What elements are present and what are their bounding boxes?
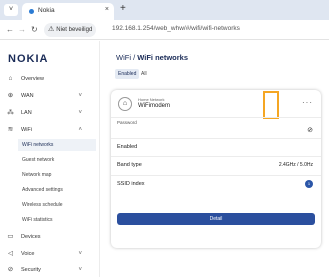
sidebar-subitem-wireless-schedule[interactable]: Wireless schedule <box>22 199 63 211</box>
sidebar-item-label: Voice <box>21 251 35 257</box>
divider <box>111 175 321 176</box>
tab-all[interactable]: All <box>141 69 147 79</box>
forward-arrow-icon[interactable]: → <box>18 24 26 36</box>
chevron-down-icon: ˅ <box>78 267 82 273</box>
reload-icon[interactable]: ↻ <box>31 24 38 36</box>
password-label: Password <box>117 120 137 125</box>
tab-menu-icon[interactable]: ˅ <box>4 4 18 16</box>
sidebar-item-label: Devices <box>21 234 41 240</box>
sidebar-item-devices[interactable]: ▭ Devices <box>6 230 96 244</box>
enabled-row: Enabled <box>111 140 321 154</box>
address-bar: ← → ↻ ⚠ Niet beveiligd 192.168.1.254/web_… <box>0 20 329 40</box>
tab-enabled[interactable]: Enabled <box>115 69 140 79</box>
divider <box>111 117 321 118</box>
page-title-current: WiFi networks <box>137 53 189 62</box>
sidebar-item-label: Overview <box>21 76 44 82</box>
tab-close-icon[interactable]: × <box>105 6 109 13</box>
sidebar-item-overview[interactable]: ⌂ Overview <box>6 72 96 86</box>
band-type-row: Band type 2.4GHz / 5.0Hz <box>111 158 321 172</box>
sidebar-subitem-guest-network[interactable]: Guest network <box>22 154 54 166</box>
security-indicator[interactable]: ⚠ Niet beveiligd <box>44 23 97 37</box>
url-field[interactable]: 192.168.1.254/web_whw/#/wifi/wifi-networ… <box>112 25 240 32</box>
globe-icon: ⊕ <box>7 92 14 99</box>
network-name: WiFimodem <box>138 103 171 109</box>
sidebar-item-label: Security <box>21 267 41 273</box>
sidebar-item-label: WAN <box>21 93 34 99</box>
shield-icon: ⊘ <box>7 266 14 273</box>
sidebar-item-voice[interactable]: ◁ Voice ˅ <box>6 247 96 261</box>
main-content: WiFi / WiFi networks Enabled All ⌂ Home … <box>101 41 329 277</box>
network-type-label: Home Network <box>138 97 165 102</box>
band-type-value: 2.4GHz / 5.0Hz <box>278 162 313 168</box>
security-label: Niet beveiligd <box>56 27 93 33</box>
sidebar: NOKIA ⌂ Overview ⊕ WAN ˅ ⁂ LAN ˅ ≋ WiFi ˄ Wi… <box>0 41 100 277</box>
back-arrow-icon[interactable]: ← <box>6 24 14 36</box>
wifi-icon: ≋ <box>7 126 14 133</box>
home-network-icon: ⌂ <box>118 97 132 111</box>
sidebar-item-label: WiFi <box>21 127 32 133</box>
highlight-box <box>263 91 279 119</box>
voice-icon: ◁ <box>8 250 13 257</box>
page-title-prefix: WiFi / <box>116 53 138 62</box>
sidebar-subitem-network-map[interactable]: Network map <box>22 169 51 181</box>
more-options-icon[interactable]: ··· <box>302 98 313 107</box>
sidebar-item-wifi[interactable]: ≋ WiFi ˄ <box>6 123 96 137</box>
ssid-index-row: SSID index 1 <box>111 177 321 191</box>
new-tab-button[interactable]: + <box>120 3 126 15</box>
detail-button[interactable]: Detail <box>117 213 315 225</box>
network-icon: ⁂ <box>7 109 14 116</box>
sidebar-item-label: LAN <box>21 110 32 116</box>
band-type-label: Band type <box>117 162 142 168</box>
sidebar-item-security[interactable]: ⊘ Security ˅ <box>6 263 96 277</box>
ssid-index-badge: 1 <box>305 180 313 188</box>
chevron-down-icon: ˅ <box>78 251 82 257</box>
enabled-label: Enabled <box>117 144 138 150</box>
browser-tab[interactable]: Nokia × <box>22 3 114 20</box>
divider <box>111 138 321 139</box>
warning-icon: ⚠ <box>48 26 55 33</box>
nokia-logo: NOKIA <box>8 53 49 65</box>
devices-icon: ▭ <box>7 233 14 240</box>
eye-hidden-icon[interactable]: ⊘ <box>307 126 313 134</box>
browser-tab-bar: ˅ Nokia × + <box>0 0 329 20</box>
sidebar-subitem-wifi-statistics[interactable]: WiFi statistics <box>22 214 53 226</box>
home-icon: ⌂ <box>8 75 13 82</box>
sidebar-subitem-wifi-networks[interactable]: WiFi networks <box>18 139 96 151</box>
tab-title: Nokia <box>38 7 55 14</box>
divider <box>111 156 321 157</box>
chevron-up-icon: ˄ <box>78 127 82 133</box>
wifi-network-card: ⌂ Home Network WiFimodem ··· Password ⊘ … <box>111 90 321 248</box>
sidebar-item-lan[interactable]: ⁂ LAN ˅ <box>6 106 96 120</box>
sidebar-subitem-advanced-settings[interactable]: Advanced settings <box>22 184 63 196</box>
ssid-index-label: SSID index <box>117 181 145 187</box>
tab-favicon-icon <box>29 9 34 14</box>
sidebar-item-wan[interactable]: ⊕ WAN ˅ <box>6 89 96 103</box>
page-title: WiFi / WiFi networks <box>116 53 188 62</box>
chevron-down-icon: ˅ <box>78 93 82 99</box>
chevron-down-icon: ˅ <box>78 110 82 116</box>
